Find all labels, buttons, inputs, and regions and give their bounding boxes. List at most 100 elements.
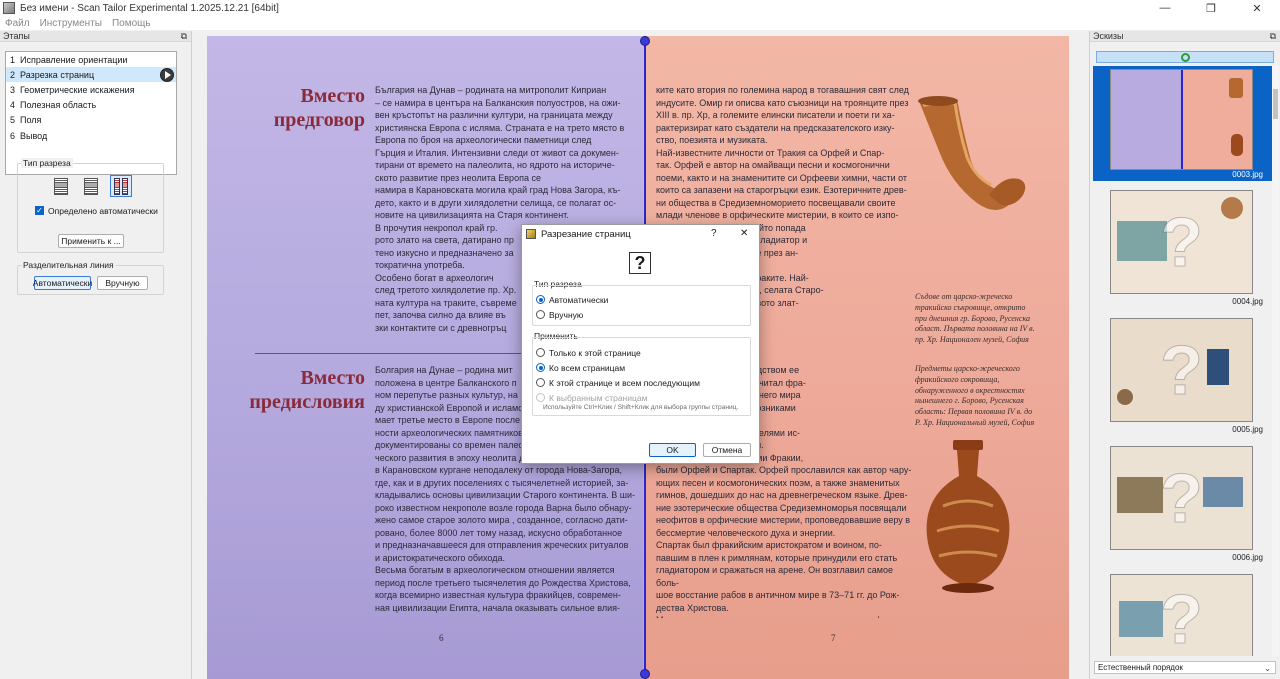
ok-button[interactable]: OK (649, 443, 696, 457)
window-title: Без имени - Scan Tailor Experimental 1.2… (20, 2, 279, 14)
stage-label: Полезная область (20, 100, 97, 111)
thumbnail-label: 0005.jpg (1232, 425, 1263, 434)
stage-item-split-pages[interactable]: 2 Разрезка страниц (6, 67, 176, 83)
dialog-help-button[interactable]: ? (711, 228, 717, 239)
thumbnail-image: ? (1110, 574, 1253, 656)
apply-all-pages-radio[interactable] (536, 363, 545, 372)
split-manual-button[interactable]: Вручную (97, 276, 148, 290)
sync-thumbnails-button[interactable] (1096, 51, 1274, 63)
page-number-left: 6 (439, 633, 444, 643)
thumbnail-image: ? (1110, 318, 1253, 422)
minimize-button[interactable]: — (1142, 0, 1188, 16)
apply-following-label[interactable]: К этой странице и всем последующим (549, 378, 700, 388)
thumbnail-label: 0004.jpg (1232, 297, 1263, 306)
stage-item-output[interactable]: 6 Вывод (6, 128, 176, 143)
thumbnails-panel: Эскизы ⧉ 0003.jpg ? 0004.jpg ? 0005.jpg … (1089, 31, 1280, 679)
cut-manual-label[interactable]: Вручную (549, 310, 583, 320)
menu-file[interactable]: Файл (5, 18, 30, 29)
left-heading-bg: Вместо предговор (273, 85, 365, 131)
thumbnail-image: ? (1110, 446, 1253, 550)
scrollbar-thumb[interactable] (1273, 89, 1278, 119)
split-line-top-handle[interactable] (640, 36, 650, 46)
apply-selected-label: К выбранным страницам (549, 393, 648, 403)
dialog-title-bar: Разрезание страниц ? ✕ (522, 225, 759, 243)
menu-bar: Файл Инструменты Помощь (0, 16, 1280, 30)
question-mark-icon: ? (629, 252, 651, 274)
stage-item-orientation[interactable]: 1 Исправление ориентации (6, 52, 176, 67)
thumbnail-item[interactable]: ? 0006.jpg (1093, 446, 1273, 568)
stage-label: Исправление ориентации (20, 54, 128, 65)
placeholder-question-icon: ? (1160, 203, 1204, 282)
apply-following-radio[interactable] (536, 378, 545, 387)
stage-label: Геометрические искажения (20, 84, 135, 95)
thumbnail-image: ? (1110, 190, 1253, 294)
stages-panel-title: Этапы (3, 31, 30, 41)
thumbnails-panel-header: Эскизы ⧉ (1090, 31, 1280, 42)
stage-number: 1 (10, 54, 16, 65)
placeholder-question-icon: ? (1160, 580, 1204, 657)
stage-label: Разрезка страниц (20, 69, 95, 80)
stage-number: 4 (10, 100, 16, 111)
dialog-app-icon (526, 229, 536, 239)
apply-all-pages-label[interactable]: Ко всем страницам (549, 363, 625, 373)
sort-order-select[interactable]: Естественный порядок ⌄ (1094, 661, 1276, 674)
thumbnail-item[interactable]: ? 0004.jpg (1093, 190, 1273, 312)
single-page-icon[interactable] (50, 175, 72, 197)
split-line-label: Разделительная линия (21, 260, 116, 270)
thumbnails-panel-title: Эскизы (1093, 31, 1124, 41)
maximize-button[interactable]: ❐ (1188, 0, 1234, 16)
cut-manual-radio[interactable] (536, 310, 545, 319)
menu-tools[interactable]: Инструменты (40, 18, 102, 29)
thumbnail-item[interactable]: 0003.jpg (1093, 66, 1273, 181)
two-pages-icon[interactable] (110, 175, 132, 197)
thumbnail-image (1110, 69, 1253, 170)
stage-item-content-area[interactable]: 4 Полезная область (6, 98, 176, 113)
menu-help[interactable]: Помощь (112, 18, 151, 29)
page-number-right: 7 (831, 633, 836, 643)
stages-list: 1 Исправление ориентации 2 Разрезка стра… (5, 51, 177, 175)
stage-number: 6 (10, 130, 16, 141)
dialog-close-button[interactable]: ✕ (740, 228, 748, 239)
left-heading-ru: Вместо предисловия (249, 367, 365, 413)
title-bar: Без имени - Scan Tailor Experimental 1.2… (0, 0, 1280, 16)
split-auto-button[interactable]: Автоматически (33, 276, 92, 290)
auto-detected-label: Определено автоматически (48, 206, 158, 216)
thumbnails-scrollbar[interactable] (1272, 66, 1279, 656)
stage-number: 5 (10, 115, 16, 126)
amphora-illustration (926, 440, 1010, 593)
split-line-bottom-handle[interactable] (640, 669, 650, 679)
stage-label: Поля (20, 115, 42, 126)
placeholder-question-icon: ? (1160, 331, 1204, 410)
thumbnail-item[interactable]: ? (1093, 574, 1273, 656)
apply-to-button[interactable]: Применить к ... (58, 234, 124, 248)
stages-panel-header: Этапы ⧉ (0, 31, 191, 42)
apply-selected-radio (536, 393, 545, 402)
cancel-button[interactable]: Отмена (703, 443, 751, 457)
run-stage-button[interactable] (160, 68, 174, 83)
cut-auto-radio[interactable] (536, 295, 545, 304)
stage-number: 2 (10, 69, 16, 80)
apply-this-page-label[interactable]: Только к этой странице (549, 348, 641, 358)
stage-item-margins[interactable]: 5 Поля (6, 113, 176, 128)
stage-item-dewarping[interactable]: 3 Геометрические искажения (6, 82, 176, 97)
placeholder-question-icon: ? (1160, 459, 1204, 538)
sort-order-value: Естественный порядок (1098, 663, 1183, 672)
thumbnail-label: 0006.jpg (1232, 553, 1263, 562)
thumbnail-list: 0003.jpg ? 0004.jpg ? 0005.jpg ? 0006.jp… (1093, 66, 1273, 656)
stages-panel: Этапы ⧉ 1 Исправление ориентации 2 Разре… (0, 31, 192, 679)
undock-icon[interactable]: ⧉ (1270, 31, 1276, 42)
dialog-title: Разрезание страниц (541, 228, 631, 240)
page-with-half-icon[interactable] (80, 175, 102, 197)
apply-this-page-radio[interactable] (536, 348, 545, 357)
sync-icon (1180, 52, 1190, 62)
selection-hint: Используйте Ctrl+Клик / Shift+Клик для в… (543, 404, 739, 411)
app-icon (3, 2, 15, 14)
thumbnail-label: 0003.jpg (1232, 170, 1263, 179)
auto-detected-checkbox[interactable]: ✓ (35, 206, 44, 215)
close-button[interactable]: ✕ (1234, 0, 1280, 16)
split-pages-dialog: Разрезание страниц ? ✕ ? Тип разреза Авт… (521, 224, 760, 464)
undock-icon[interactable]: ⧉ (181, 31, 187, 42)
caption-ru: Предметы царско-жреческого фракийского с… (915, 364, 1035, 427)
cut-auto-label[interactable]: Автоматически (549, 295, 608, 305)
thumbnail-item[interactable]: ? 0005.jpg (1093, 318, 1273, 440)
